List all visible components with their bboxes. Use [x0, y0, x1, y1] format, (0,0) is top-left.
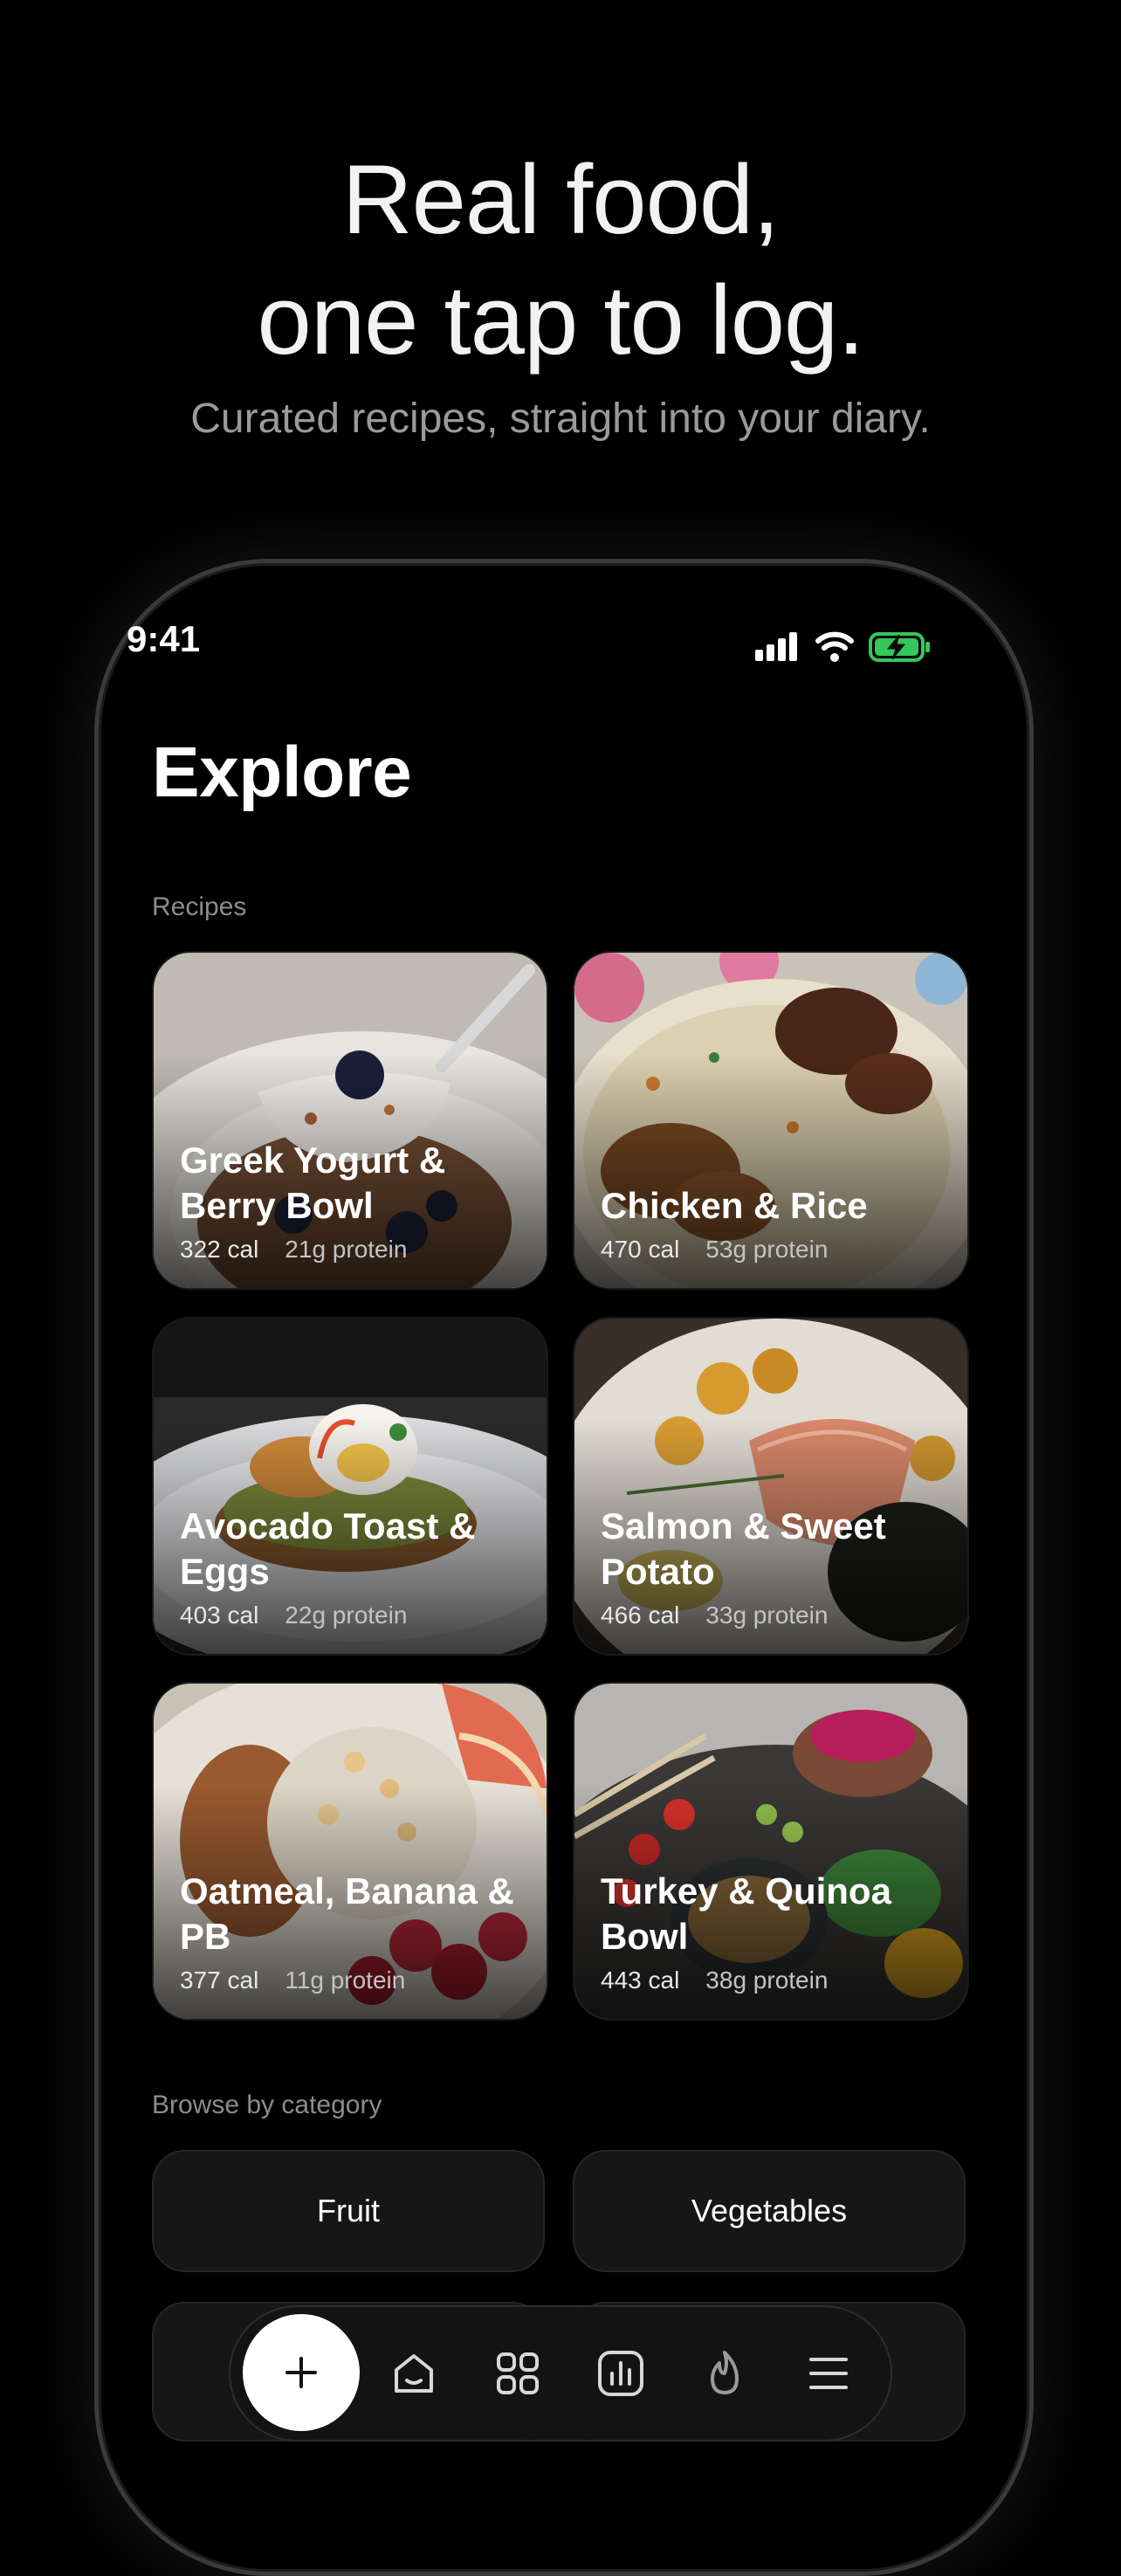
recipe-card-avocado-toast[interactable]: Avocado Toast & Eggs 403 cal 22g protein: [152, 1317, 548, 1656]
recipe-meta: 443 cal 38g protein: [601, 1966, 828, 1994]
recipe-title: Avocado Toast & Eggs: [180, 1505, 476, 1592]
add-button[interactable]: [243, 2314, 360, 2431]
recipe-meta: 403 cal 22g protein: [180, 1601, 407, 1629]
recipe-calories: 443 cal: [601, 1966, 680, 1994]
recipe-calories: 322 cal: [180, 1236, 259, 1263]
recipe-title: Chicken & Rice: [601, 1185, 868, 1226]
recipe-protein: 53g protein: [705, 1236, 829, 1263]
status-time: 9:41: [127, 618, 201, 659]
recipe-meta: 322 cal 21g protein: [180, 1236, 407, 1264]
page-title: Explore: [152, 733, 412, 812]
recipe-protein: 21g protein: [285, 1236, 408, 1263]
recipes-section-label: Recipes: [152, 892, 247, 921]
category-section-label: Browse by category: [152, 2090, 382, 2119]
add-icon: [285, 2357, 317, 2388]
chart-icon[interactable]: [595, 2347, 647, 2400]
category-button-vegetables[interactable]: Vegetables: [573, 2150, 966, 2272]
recipe-title: Turkey & Quinoa Bowl: [601, 1870, 891, 1957]
recipe-card-greek-yogurt[interactable]: Greek Yogurt & Berry Bowl 322 cal 21g pro…: [152, 951, 548, 1290]
recipe-calories: 470 cal: [601, 1236, 680, 1263]
recipe-protein: 33g protein: [705, 1601, 829, 1629]
battery-charging-icon: [869, 632, 930, 662]
hero-title-line-1: Real food,: [341, 145, 781, 254]
recipe-title: Salmon & Sweet Potato: [601, 1505, 886, 1592]
hero-title-line-2: one tap to log.: [257, 265, 865, 375]
recipe-calories: 403 cal: [180, 1601, 259, 1629]
status-icons: [755, 631, 930, 662]
category-button-fruit[interactable]: Fruit: [152, 2150, 545, 2272]
recipe-protein: 38g protein: [705, 1966, 829, 1994]
grid-icon[interactable]: [492, 2347, 544, 2400]
recipe-card-oatmeal[interactable]: Oatmeal, Banana & PB 377 cal 11g protein: [152, 1682, 548, 2021]
recipe-protein: 22g protein: [285, 1601, 408, 1629]
recipe-title: Greek Yogurt & Berry Bowl: [180, 1140, 446, 1226]
recipe-meta: 470 cal 53g protein: [601, 1236, 828, 1264]
wifi-icon: [815, 631, 854, 662]
recipe-meta: 377 cal 11g protein: [180, 1966, 405, 1994]
recipe-card-salmon[interactable]: Salmon & Sweet Potato 466 cal 33g protein: [573, 1317, 969, 1656]
cellular-signal-icon: [755, 632, 797, 661]
hero-title: Real food, one tap to log.: [0, 140, 1121, 381]
home-icon[interactable]: [388, 2347, 440, 2400]
recipe-title: Oatmeal, Banana & PB: [180, 1870, 514, 1957]
recipe-calories: 377 cal: [180, 1966, 259, 1994]
recipe-calories: 466 cal: [601, 1601, 680, 1629]
recipe-meta: 466 cal 33g protein: [601, 1601, 828, 1629]
recipe-protein: 11g protein: [285, 1966, 406, 1994]
menu-icon[interactable]: [802, 2347, 855, 2400]
flame-icon[interactable]: [698, 2347, 751, 2400]
recipe-card-turkey-quinoa[interactable]: Turkey & Quinoa Bowl 443 cal 38g protein: [573, 1682, 969, 2021]
hero-subtitle: Curated recipes, straight into your diar…: [190, 396, 931, 442]
recipe-card-chicken-rice[interactable]: Chicken & Rice 470 cal 53g protein: [573, 951, 969, 1290]
